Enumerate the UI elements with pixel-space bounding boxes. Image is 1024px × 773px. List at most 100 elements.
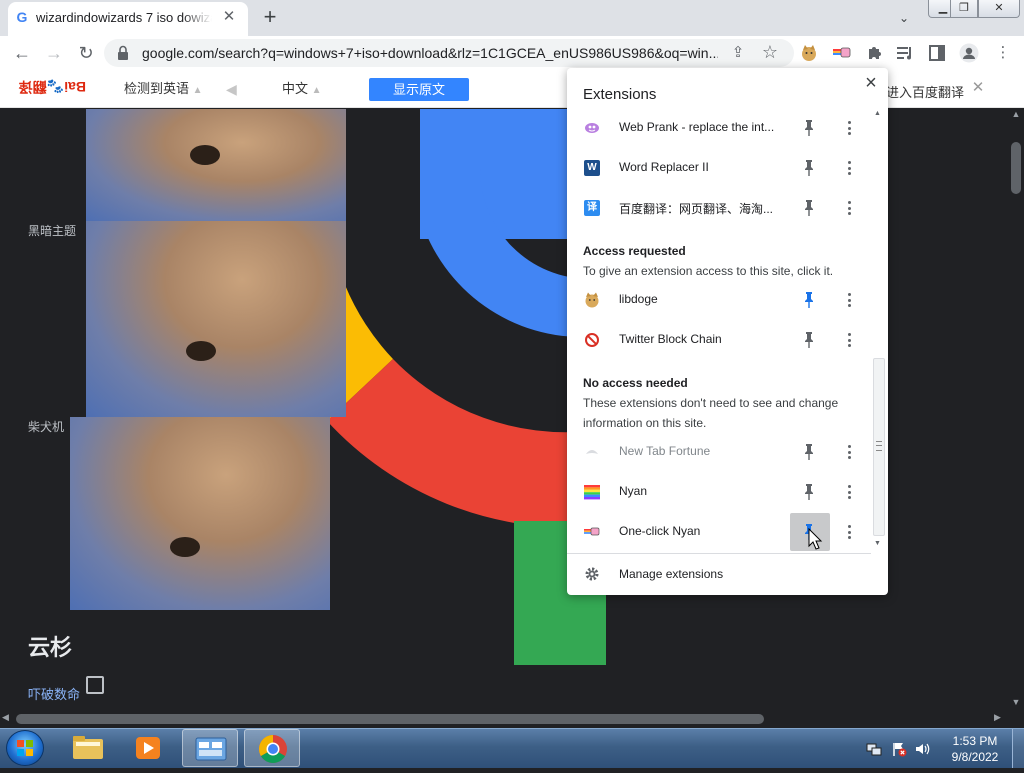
pin-icon[interactable] bbox=[802, 483, 816, 501]
page-vertical-scroll-thumb[interactable] bbox=[1011, 142, 1021, 194]
clock-time[interactable]: 1:53 PM bbox=[948, 734, 1002, 748]
extension-more-options-icon[interactable] bbox=[845, 483, 855, 501]
taskbar-control-panel-button[interactable] bbox=[182, 729, 238, 767]
clock-date[interactable]: 9/8/2022 bbox=[948, 750, 1002, 764]
extension-more-options-icon[interactable] bbox=[845, 331, 855, 349]
bookmark-star-icon[interactable]: ☆ bbox=[760, 42, 780, 62]
result-heading: 云杉 bbox=[28, 635, 73, 660]
profile-avatar-icon[interactable] bbox=[956, 41, 982, 65]
divider bbox=[567, 553, 871, 554]
scroll-up-arrow-icon[interactable]: ▲ bbox=[1008, 109, 1024, 123]
url-text[interactable]: google.com/search?q=windows+7+iso+downlo… bbox=[142, 45, 718, 61]
extension-name: Twitter Block Chain bbox=[619, 332, 722, 346]
new-tab-button[interactable]: + bbox=[258, 6, 282, 30]
reload-button[interactable]: ↻ bbox=[74, 41, 98, 65]
extension-row-baidu-translate[interactable]: 译 百度翻译：网页翻译、海淘... bbox=[567, 189, 871, 227]
tab-close-icon[interactable]: ✕ bbox=[220, 8, 238, 26]
scroll-right-arrow-icon[interactable]: ▶ bbox=[994, 712, 1006, 723]
target-language-select[interactable]: 中文 ▲ bbox=[248, 77, 348, 101]
show-original-button[interactable]: 显示原文 bbox=[369, 78, 469, 101]
access-requested-description: To give an extension access to this site… bbox=[583, 264, 834, 278]
shiba-image-2[interactable] bbox=[86, 221, 346, 417]
result-link[interactable]: 吓破数命 bbox=[28, 684, 80, 703]
extension-row-web-prank[interactable]: Web Prank - replace the int... bbox=[567, 109, 871, 147]
scroll-down-arrow-icon[interactable]: ▼ bbox=[1008, 697, 1024, 711]
tab-title: wizardindowizards 7 iso dowizards bbox=[36, 10, 212, 25]
pin-icon-pinned[interactable] bbox=[802, 291, 816, 309]
chrome-icon bbox=[259, 735, 287, 763]
extensions-menu-title: Extensions bbox=[583, 86, 657, 103]
window-restore-button[interactable]: ❐ bbox=[950, 0, 978, 18]
image-caption: 黑暗主题 bbox=[28, 224, 77, 238]
source-language-select[interactable]: 检测到英语 ▲ bbox=[110, 77, 218, 101]
extension-more-options-icon[interactable] bbox=[845, 443, 855, 461]
scroll-down-arrow-icon[interactable]: ▼ bbox=[874, 540, 884, 547]
pin-icon[interactable] bbox=[802, 443, 816, 461]
back-button[interactable]: ← bbox=[10, 41, 34, 65]
pin-icon[interactable] bbox=[802, 331, 816, 349]
extension-more-options-icon[interactable] bbox=[845, 119, 855, 137]
show-desktop-button[interactable] bbox=[1012, 729, 1024, 768]
extension-row-nyan[interactable]: Nyan bbox=[567, 473, 871, 511]
manage-extensions-label[interactable]: Manage extensions bbox=[619, 567, 723, 581]
scroll-up-arrow-icon[interactable]: ▲ bbox=[874, 110, 884, 117]
action-center-flag-icon[interactable] bbox=[891, 741, 907, 757]
extensions-menu-close-button[interactable]: × bbox=[860, 72, 882, 94]
volume-tray-icon[interactable] bbox=[914, 741, 930, 757]
taskbar-media-player-button[interactable] bbox=[120, 729, 176, 767]
rainbow-icon bbox=[584, 484, 600, 500]
media-control-icon[interactable] bbox=[892, 41, 918, 65]
side-panel-icon[interactable] bbox=[924, 41, 950, 65]
access-requested-heading: Access requested bbox=[583, 244, 686, 258]
extension-more-options-icon[interactable] bbox=[845, 291, 855, 309]
extension-row-libdoge[interactable]: libdoge bbox=[567, 281, 871, 319]
forward-button[interactable]: → bbox=[42, 41, 66, 65]
external-link-icon[interactable] bbox=[86, 676, 104, 694]
taskbar-explorer-button[interactable] bbox=[60, 729, 116, 767]
nyan-cat-icon[interactable] bbox=[830, 41, 856, 65]
enter-baidu-translate-link[interactable]: 进入百度翻译 bbox=[886, 82, 964, 101]
manage-extensions-button[interactable] bbox=[567, 556, 887, 592]
share-icon[interactable]: ⇪ bbox=[728, 43, 748, 63]
google-favicon-icon: G bbox=[16, 9, 28, 25]
windows-start-button[interactable] bbox=[6, 730, 44, 766]
swap-language-arrow-icon[interactable]: ◀ bbox=[226, 77, 244, 101]
extension-name: libdoge bbox=[619, 292, 658, 306]
extension-row-twitter-block-chain[interactable]: Twitter Block Chain bbox=[567, 321, 871, 359]
extension-name: 百度翻译：网页翻译、海淘... bbox=[619, 202, 774, 216]
media-player-icon bbox=[136, 737, 160, 759]
extension-name: Word Replacer II bbox=[619, 160, 709, 174]
extension-row-one-click-nyan[interactable]: One-click Nyan bbox=[567, 513, 871, 551]
extension-row-new-tab-fortune[interactable]: New Tab Fortune bbox=[567, 433, 871, 471]
mouse-cursor-icon bbox=[808, 528, 823, 550]
doge-extension-icon[interactable] bbox=[796, 41, 822, 65]
word-replacer-icon: W bbox=[584, 160, 600, 176]
extension-name: Nyan bbox=[619, 484, 648, 498]
lock-icon[interactable] bbox=[116, 45, 130, 61]
image-caption: 柴犬机 bbox=[28, 420, 65, 434]
nyan-cat-icon bbox=[584, 524, 600, 540]
extension-row-word-replacer[interactable]: W Word Replacer II bbox=[567, 149, 871, 187]
shiba-image-3[interactable] bbox=[70, 417, 330, 610]
extensions-puzzle-icon[interactable] bbox=[862, 41, 888, 65]
chrome-menu-icon[interactable]: ⋮ bbox=[990, 41, 1016, 65]
no-access-heading: No access needed bbox=[583, 376, 688, 390]
page-horizontal-scroll-thumb[interactable] bbox=[16, 714, 764, 724]
pin-icon[interactable] bbox=[802, 199, 816, 217]
taskbar-chrome-button[interactable] bbox=[244, 729, 300, 767]
pin-icon[interactable] bbox=[802, 119, 816, 137]
page-vertical-scrollbar[interactable] bbox=[1008, 109, 1024, 711]
extension-more-options-icon[interactable] bbox=[845, 159, 855, 177]
extension-more-options-icon[interactable] bbox=[845, 523, 855, 541]
shiba-image-1[interactable] bbox=[86, 109, 346, 221]
extension-name: Web Prank - replace the int... bbox=[619, 120, 775, 134]
web-prank-icon bbox=[584, 120, 600, 136]
network-tray-icon[interactable] bbox=[866, 741, 882, 757]
scroll-left-arrow-icon[interactable]: ◀ bbox=[2, 712, 14, 723]
pin-icon[interactable] bbox=[802, 159, 816, 177]
tab-search-chevron-icon[interactable]: ⌄ bbox=[894, 8, 914, 28]
gear-icon bbox=[585, 567, 599, 581]
translate-bar-close-icon[interactable]: ✕ bbox=[970, 80, 986, 96]
extension-more-options-icon[interactable] bbox=[845, 199, 855, 217]
window-close-button[interactable]: ✕ bbox=[978, 0, 1020, 18]
